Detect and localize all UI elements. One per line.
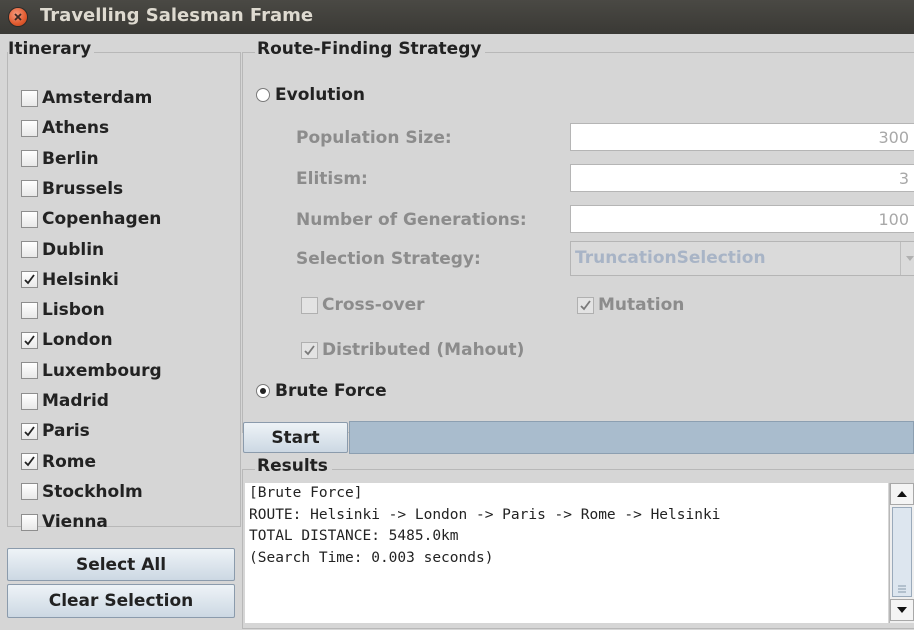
scroll-down-icon[interactable] (890, 599, 914, 621)
elitism-label: Elitism: (296, 169, 368, 189)
city-label: Paris (42, 421, 90, 442)
unchecked-checkbox-icon[interactable] (21, 392, 38, 410)
results-text-area[interactable]: [Brute Force] ROUTE: Helsinki -> London -… (245, 483, 888, 623)
city-label: Athens (42, 118, 110, 139)
selection-strategy-label: Selection Strategy: (296, 249, 481, 269)
population-size-label: Population Size: (296, 128, 452, 148)
city-checkbox-stockholm[interactable]: Stockholm (21, 480, 143, 504)
results-scrollbar[interactable] (889, 483, 914, 623)
close-icon[interactable] (9, 8, 27, 26)
distributed-mahout-label: Distributed (Mahout) (322, 340, 525, 360)
generations-value: 100 (878, 210, 909, 229)
mutation-label: Mutation (598, 295, 685, 315)
city-label: Stockholm (42, 481, 143, 502)
city-checkbox-berlin[interactable]: Berlin (21, 147, 99, 171)
city-checkbox-madrid[interactable]: Madrid (21, 389, 109, 413)
checked-checkbox-icon[interactable] (21, 331, 38, 349)
mutation-checkbox[interactable]: Mutation (577, 293, 684, 317)
results-line: TOTAL DISTANCE: 5485.0km (249, 528, 459, 544)
unchecked-checkbox-icon[interactable] (21, 241, 38, 258)
evolution-radio[interactable]: Evolution (256, 85, 365, 105)
unchecked-checkbox-icon[interactable] (21, 180, 38, 198)
city-checkbox-lisbon[interactable]: Lisbon (21, 298, 105, 322)
brute-force-radio-button[interactable] (256, 384, 270, 398)
selection-strategy-dropdown[interactable]: TruncationSelection (570, 241, 914, 276)
select-all-button[interactable]: Select All (7, 548, 235, 581)
city-label: Brussels (42, 178, 124, 199)
city-label: London (42, 330, 113, 351)
unchecked-checkbox-icon[interactable] (21, 150, 38, 168)
population-size-value: 300 (878, 128, 909, 147)
checked-checkbox-icon[interactable] (21, 271, 38, 289)
city-label: Dublin (42, 239, 105, 260)
elitism-value: 3 (898, 169, 909, 188)
city-label: Vienna (42, 512, 108, 533)
city-checkbox-rome[interactable]: Rome (21, 450, 96, 474)
results-line: [Brute Force] (249, 485, 363, 501)
scroll-thumb[interactable] (892, 507, 912, 597)
unchecked-checkbox-icon[interactable] (21, 483, 38, 501)
itinerary-legend: Itinerary (8, 39, 95, 59)
evolution-radio-button[interactable] (256, 88, 270, 102)
results-legend: Results (255, 456, 332, 476)
city-checkbox-helsinki[interactable]: Helsinki (21, 268, 119, 292)
number-of-generations-spinner[interactable]: 100 (570, 205, 914, 233)
checked-checkbox-icon[interactable] (21, 453, 38, 471)
unchecked-checkbox-icon[interactable] (21, 210, 38, 228)
city-checkbox-dublin[interactable]: Dublin (21, 238, 104, 262)
chevron-down-icon[interactable] (900, 242, 914, 275)
evolution-label: Evolution (275, 85, 366, 105)
city-label: Berlin (42, 148, 99, 169)
brute-force-radio[interactable]: Brute Force (256, 381, 387, 401)
city-label: Amsterdam (42, 88, 153, 108)
unchecked-checkbox-icon[interactable] (21, 301, 38, 319)
window-content: Itinerary Amsterdam Athens Berlin Brussels C… (0, 34, 914, 630)
results-line: ROUTE: Helsinki -> London -> Paris -> Ro… (249, 506, 721, 523)
city-checkbox-luxembourg[interactable]: Luxembourg (21, 359, 162, 383)
city-label: Luxembourg (42, 360, 162, 381)
unchecked-checkbox-icon[interactable] (21, 89, 38, 107)
cross-over-checkbox-box[interactable] (301, 296, 318, 314)
unchecked-checkbox-icon[interactable] (21, 513, 38, 531)
window-titlebar: Travelling Salesman Frame (0, 0, 914, 34)
population-size-spinner[interactable]: 300 (570, 123, 914, 151)
route-strategy-legend: Route-Finding Strategy (255, 39, 486, 59)
selection-strategy-value: TruncationSelection (575, 248, 766, 268)
brute-force-label: Brute Force (275, 381, 387, 401)
number-of-generations-label: Number of Generations: (296, 210, 527, 230)
mutation-checkbox-box[interactable] (577, 296, 594, 314)
city-checkbox-amsterdam[interactable]: Amsterdam (21, 86, 152, 110)
city-label: Copenhagen (42, 209, 162, 230)
distributed-mahout-checkbox[interactable]: Distributed (Mahout) (301, 338, 524, 362)
clear-selection-button[interactable]: Clear Selection (7, 584, 235, 618)
scroll-up-icon[interactable] (890, 483, 914, 505)
city-checkbox-paris[interactable]: Paris (21, 419, 90, 443)
city-label: Lisbon (42, 300, 105, 321)
progress-bar (349, 421, 914, 454)
elitism-spinner[interactable]: 3 (570, 164, 914, 192)
unchecked-checkbox-icon[interactable] (21, 362, 38, 380)
cross-over-checkbox[interactable]: Cross-over (301, 293, 425, 317)
results-line: (Search Time: 0.003 seconds) (249, 549, 494, 566)
window-title: Travelling Salesman Frame (40, 5, 314, 26)
city-checkbox-london[interactable]: London (21, 328, 113, 352)
city-label: Rome (42, 451, 97, 472)
unchecked-checkbox-icon[interactable] (21, 119, 38, 137)
city-label: Madrid (42, 391, 109, 411)
city-checkbox-brussels[interactable]: Brussels (21, 177, 123, 201)
checked-checkbox-icon[interactable] (21, 422, 38, 440)
cross-over-label: Cross-over (322, 295, 425, 315)
city-checkbox-vienna[interactable]: Vienna (21, 510, 108, 534)
city-checkbox-athens[interactable]: Athens (21, 116, 109, 140)
city-checkbox-copenhagen[interactable]: Copenhagen (21, 207, 161, 231)
city-label: Helsinki (42, 269, 119, 290)
start-button[interactable]: Start (243, 422, 348, 453)
distributed-checkbox-box[interactable] (301, 341, 318, 359)
